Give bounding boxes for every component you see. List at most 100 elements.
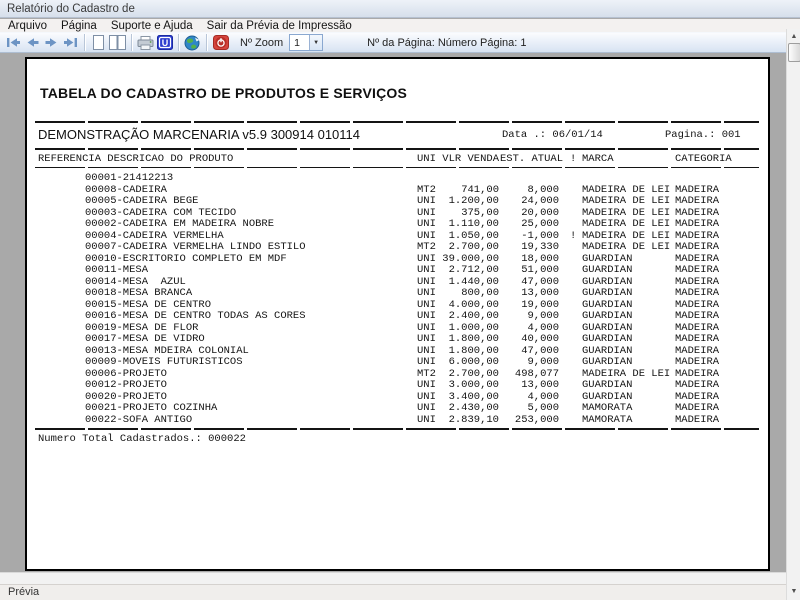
- report-row: 00004-CADEIRA VERMELHAUNI1.050,00-1,000!…: [27, 230, 768, 242]
- cell-marca: GUARDIAN: [582, 379, 632, 391]
- exit-preview-button[interactable]: [212, 34, 229, 51]
- cell-marca: GUARDIAN: [582, 322, 632, 334]
- cell-desc: 00018-MESA BRANCA: [85, 287, 192, 299]
- cell-desc: 00005-CADEIRA BEGE: [85, 195, 198, 207]
- two-page-view-button[interactable]: [109, 34, 126, 51]
- cell-est: 9,000: [500, 310, 559, 322]
- cell-uni: UNI: [417, 310, 436, 322]
- globe-icon: [184, 35, 201, 51]
- cell-cat: MADEIRA: [675, 391, 719, 403]
- cell-marca: MADEIRA DE LEI: [582, 207, 670, 219]
- menu-pagina[interactable]: Página: [61, 20, 97, 32]
- report-title: TABELA DO CADASTRO DE PRODUTOS E SERVIÇO…: [40, 85, 407, 101]
- cell-desc: 00017-MESA DE VIDRO: [85, 333, 205, 345]
- cell-desc: 00015-MESA DE CENTRO: [85, 299, 211, 311]
- last-page-button[interactable]: [62, 34, 79, 51]
- previous-page-button[interactable]: [24, 34, 41, 51]
- cell-est: 13,000: [500, 287, 559, 299]
- report-row: 00018-MESA BRANCAUNI800,0013,000GUARDIAN…: [27, 287, 768, 299]
- scrollbar-thumb[interactable]: [788, 43, 800, 62]
- cell-marca: GUARDIAN: [582, 391, 632, 403]
- horizontal-scrollbar[interactable]: [0, 572, 786, 584]
- cell-uni: UNI: [417, 379, 436, 391]
- cell-vlr: 1.440,00: [435, 276, 499, 288]
- website-button[interactable]: [184, 34, 201, 51]
- cell-uni: UNI: [417, 276, 436, 288]
- scroll-down-icon[interactable]: ▼: [787, 584, 800, 598]
- menu-sair-da-previa[interactable]: Sair da Prévia de Impressão: [207, 20, 352, 32]
- cell-uni: UNI: [417, 207, 436, 219]
- cell-uni: UNI: [417, 402, 436, 414]
- vertical-scrollbar[interactable]: ▲ ▼: [786, 29, 800, 600]
- cell-marca: MADEIRA DE LEI: [582, 368, 670, 380]
- print-button[interactable]: [137, 34, 154, 51]
- cell-est: 4,000: [500, 322, 559, 334]
- cell-cat: MADEIRA: [675, 253, 719, 265]
- cell-marca: MADEIRA DE LEI: [582, 230, 670, 242]
- report-row: 00011-MESAUNI2.712,0051,000GUARDIANMADEI…: [27, 264, 768, 276]
- cell-uni: UNI: [417, 287, 436, 299]
- report-row: 00019-MESA DE FLORUNI1.000,004,000GUARDI…: [27, 322, 768, 334]
- window-title: Relatório do Cadastro de: [7, 3, 135, 15]
- cell-marca: GUARDIAN: [582, 287, 632, 299]
- cell-desc: 00001-21412213: [85, 172, 173, 184]
- toolbar: U Nº Zoom 1 ▼ Nº da Página: Número Págin…: [0, 32, 786, 53]
- table-header-row: REFERENCIA DESCRICAO DO PRODUTO UNI VLR …: [27, 153, 768, 165]
- cell-desc: 00022-SOFA ANTIGO: [85, 414, 192, 426]
- next-page-button[interactable]: [43, 34, 60, 51]
- cell-desc: 00013-MESA MDEIRA COLONIAL: [85, 345, 249, 357]
- column-header-uni: UNI: [417, 153, 436, 165]
- cell-est: 5,000: [500, 402, 559, 414]
- cell-cat: MADEIRA: [675, 184, 719, 196]
- toolbar-separator: [131, 34, 132, 51]
- cell-est: 19,000: [500, 299, 559, 311]
- report-row: 00006-PROJETOMT22.700,00498,077MADEIRA D…: [27, 368, 768, 380]
- cell-desc: 00003-CADEIRA COM TECIDO: [85, 207, 236, 219]
- menu-arquivo[interactable]: Arquivo: [8, 20, 47, 32]
- toolbar-separator: [178, 34, 179, 51]
- zoom-value: 1: [290, 37, 309, 49]
- cell-cat: MADEIRA: [675, 402, 719, 414]
- cell-cat: MADEIRA: [675, 230, 719, 242]
- report-row: 00021-PROJETO COZINHAUNI2.430,005,000MAM…: [27, 402, 768, 414]
- cell-cat: MADEIRA: [675, 218, 719, 230]
- cell-vlr: 1.800,00: [435, 333, 499, 345]
- cell-uni: UNI: [417, 195, 436, 207]
- cell-vlr: 1.000,00: [435, 322, 499, 334]
- cell-vlr: 2.712,00: [435, 264, 499, 276]
- report-row: 00020-PROJETOUNI3.400,004,000GUARDIANMAD…: [27, 391, 768, 403]
- cell-uni: UNI: [417, 299, 436, 311]
- cell-marca: GUARDIAN: [582, 276, 632, 288]
- report-row: 00005-CADEIRA BEGEUNI1.200,0024,000MADEI…: [27, 195, 768, 207]
- cell-cat: MADEIRA: [675, 345, 719, 357]
- first-page-button[interactable]: [5, 34, 22, 51]
- cell-desc: 00021-PROJETO COZINHA: [85, 402, 217, 414]
- cell-est: 40,000: [500, 333, 559, 345]
- column-header-vlr-venda: VLR VENDA: [435, 153, 499, 165]
- single-page-view-button[interactable]: [90, 34, 107, 51]
- cell-est: 18,000: [500, 253, 559, 265]
- scroll-up-icon[interactable]: ▲: [787, 29, 800, 43]
- cell-uni: MT2: [417, 368, 436, 380]
- cell-uni: UNI: [417, 230, 436, 242]
- report-row: 00009-MOVEIS FUTURISTICOSUNI6.000,009,00…: [27, 356, 768, 368]
- title-bar: Relatório do Cadastro de: [0, 0, 800, 18]
- chevron-down-icon[interactable]: ▼: [309, 35, 322, 50]
- cell-vlr: 6.000,00: [435, 356, 499, 368]
- previous-page-icon: [25, 37, 40, 48]
- cell-uni: UNI: [417, 391, 436, 403]
- cell-desc: 00011-MESA: [85, 264, 148, 276]
- next-page-icon: [44, 37, 59, 48]
- cell-uni: UNI: [417, 264, 436, 276]
- divider: [35, 167, 759, 168]
- cell-vlr: 375,00: [435, 207, 499, 219]
- zoom-select[interactable]: 1 ▼: [289, 34, 323, 51]
- cell-est: 4,000: [500, 391, 559, 403]
- report-row: 00003-CADEIRA COM TECIDOUNI375,0020,000M…: [27, 207, 768, 219]
- column-header-marca: MARCA: [582, 153, 614, 165]
- cell-marca: GUARDIAN: [582, 264, 632, 276]
- menu-suporte-e-ajuda[interactable]: Suporte e Ajuda: [111, 20, 193, 32]
- cell-vlr: 3.400,00: [435, 391, 499, 403]
- preview-area[interactable]: TABELA DO CADASTRO DE PRODUTOS E SERVIÇO…: [0, 54, 786, 572]
- print-setup-button[interactable]: U: [156, 34, 173, 51]
